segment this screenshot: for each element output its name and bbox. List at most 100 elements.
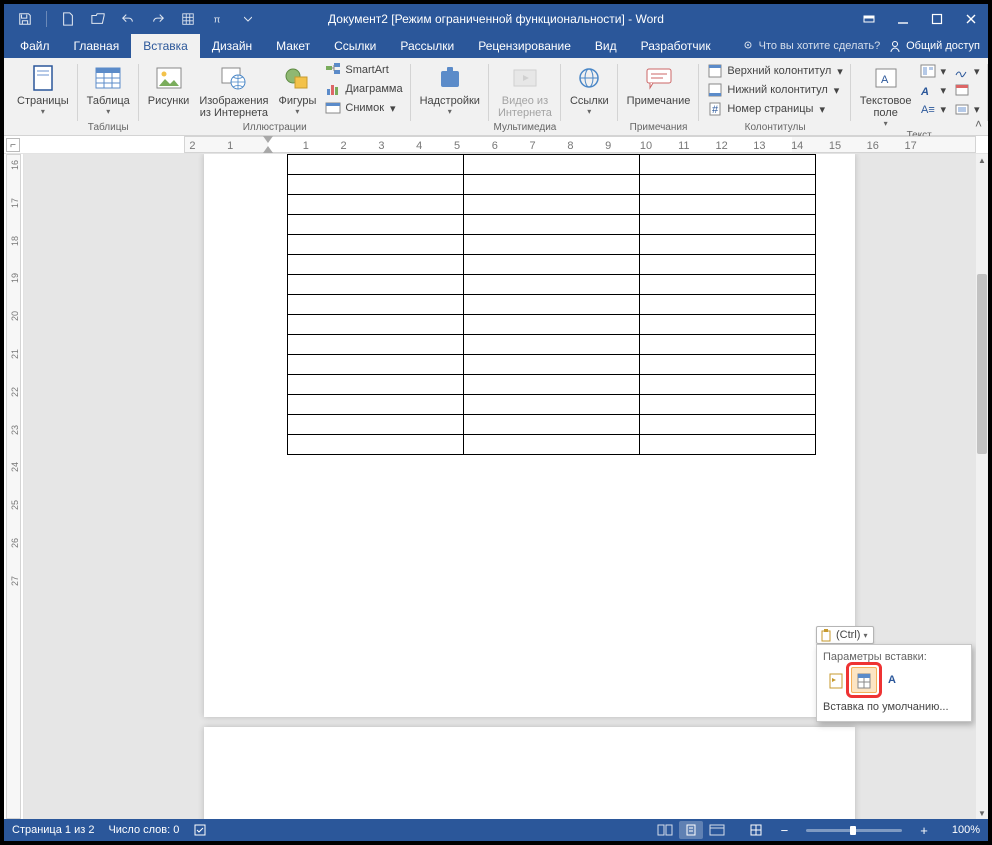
- smartart-icon: [325, 62, 341, 78]
- new-button[interactable]: [55, 6, 81, 32]
- table-button[interactable]: Таблица▾: [82, 60, 135, 118]
- close-button[interactable]: [954, 4, 988, 34]
- paste-keep-source-button[interactable]: [823, 667, 849, 693]
- datetime-button[interactable]: [950, 81, 984, 99]
- header-button[interactable]: Верхний колонтитул▾: [703, 62, 846, 80]
- page-2[interactable]: [204, 727, 855, 819]
- document-table[interactable]: [287, 154, 816, 455]
- ribbon-collapse-button[interactable]: ˄: [975, 117, 982, 131]
- svg-text:π: π: [214, 15, 221, 26]
- vertical-scrollbar[interactable]: ▲ ▼: [976, 154, 988, 819]
- undo-button[interactable]: [115, 6, 141, 32]
- svg-text:A: A: [920, 86, 929, 97]
- wordart-button[interactable]: A▾: [916, 81, 950, 99]
- zoom-slider-thumb[interactable]: [850, 826, 856, 835]
- textbox-icon: A: [870, 62, 902, 94]
- share-label: Общий доступ: [906, 40, 980, 52]
- links-button[interactable]: Ссылки▾: [565, 60, 614, 118]
- share-button[interactable]: Общий доступ: [888, 34, 980, 58]
- group-illustrations-label: Иллюстрации: [243, 122, 307, 135]
- tab-mailings[interactable]: Рассылки: [388, 34, 466, 58]
- paste-text-only-button[interactable]: A: [879, 667, 905, 693]
- signature-button[interactable]: ▾: [950, 62, 984, 80]
- quickparts-button[interactable]: ▾: [916, 62, 950, 80]
- maximize-button[interactable]: [920, 4, 954, 34]
- tab-file[interactable]: Файл: [8, 34, 62, 58]
- addins-icon: [434, 62, 466, 94]
- scroll-down-button[interactable]: ▼: [976, 807, 988, 819]
- object-icon: [954, 101, 970, 117]
- tab-layout[interactable]: Макет: [264, 34, 322, 58]
- tab-view[interactable]: Вид: [583, 34, 629, 58]
- tab-insert[interactable]: Вставка: [131, 34, 200, 58]
- tab-design[interactable]: Дизайн: [200, 34, 264, 58]
- paste-set-default-button[interactable]: Вставка по умолчанию...: [823, 699, 965, 715]
- svg-text:#: #: [712, 104, 719, 116]
- document-viewport[interactable]: (Ctrl)▾ Параметры вставки: A Вставка по …: [24, 154, 988, 819]
- page-1[interactable]: [204, 154, 855, 717]
- pages-button[interactable]: Страницы▾: [12, 60, 74, 118]
- addins-button[interactable]: Надстройки▾: [415, 60, 485, 118]
- screenshot-button[interactable]: Снимок▾: [321, 99, 406, 117]
- paste-merge-button[interactable]: [851, 667, 877, 693]
- horizontal-ruler[interactable]: ⌐ 211234567891011121314151617: [4, 136, 988, 154]
- tell-me-label: Что вы хотите сделать?: [759, 40, 881, 52]
- web-layout-button[interactable]: [705, 821, 729, 839]
- object-button[interactable]: ▾: [950, 100, 984, 118]
- save-button[interactable]: [12, 6, 38, 32]
- screenshot-icon: [325, 100, 341, 116]
- zoom-in-button[interactable]: +: [916, 824, 932, 837]
- open-button[interactable]: [85, 6, 111, 32]
- word-count[interactable]: Число слов: 0: [108, 824, 179, 836]
- zoom-fit-icon[interactable]: [749, 823, 763, 837]
- tab-selector[interactable]: ⌐: [6, 138, 20, 152]
- page-status[interactable]: Страница 1 из 2: [12, 824, 94, 836]
- svg-text:A: A: [881, 74, 889, 86]
- footer-button[interactable]: Нижний колонтитул▾: [703, 81, 846, 99]
- zoom-out-button[interactable]: −: [777, 824, 793, 837]
- paste-options-pill[interactable]: (Ctrl)▾: [816, 626, 874, 644]
- table-icon: [92, 62, 124, 94]
- pictures-button[interactable]: Рисунки: [143, 60, 195, 109]
- online-video-button: Видео из Интернета: [493, 60, 557, 121]
- workspace: 161718192021222324252627 (Ctrl)▾ Парамет…: [4, 154, 988, 819]
- minimize-button[interactable]: [886, 4, 920, 34]
- comment-button[interactable]: Примечание: [622, 60, 696, 109]
- tab-developer[interactable]: Разработчик: [629, 34, 723, 58]
- view-buttons: [653, 821, 729, 839]
- shapes-icon: [281, 62, 313, 94]
- print-layout-button[interactable]: [679, 821, 703, 839]
- clipboard-icon: [819, 628, 833, 642]
- online-pictures-button[interactable]: Изображения из Интернета: [194, 60, 273, 121]
- scroll-thumb[interactable]: [977, 274, 987, 454]
- zoom-level[interactable]: 100%: [952, 824, 980, 836]
- ribbon-options-button[interactable]: [852, 4, 886, 34]
- read-mode-button[interactable]: [653, 821, 677, 839]
- dropcap-button[interactable]: A≡▾: [916, 100, 950, 118]
- globe-image-icon: [218, 62, 250, 94]
- svg-text:A≡: A≡: [921, 104, 935, 116]
- zoom-slider[interactable]: [806, 829, 902, 832]
- shapes-button[interactable]: Фигуры▾: [273, 60, 321, 118]
- scroll-up-button[interactable]: ▲: [976, 154, 988, 166]
- paste-options-menu: Параметры вставки: A Вставка по умолчани…: [816, 644, 972, 722]
- datetime-icon: [954, 82, 970, 98]
- redo-button[interactable]: [145, 6, 171, 32]
- video-icon: [509, 62, 541, 94]
- qat-customize-button[interactable]: [235, 6, 261, 32]
- equation-button[interactable]: π: [205, 6, 231, 32]
- table-qat-button[interactable]: [175, 6, 201, 32]
- pages-icon: [27, 62, 59, 94]
- textbox-button[interactable]: A Текстовое поле▾: [855, 60, 917, 130]
- tab-review[interactable]: Рецензирование: [466, 34, 583, 58]
- tell-me-field[interactable]: Что вы хотите сделать?: [743, 34, 881, 58]
- wordart-icon: A: [920, 82, 936, 98]
- chart-icon: [325, 81, 341, 97]
- smartart-button[interactable]: SmartArt: [321, 61, 406, 79]
- pagenum-button[interactable]: #Номер страницы▾: [703, 100, 846, 118]
- proofing-icon[interactable]: [193, 823, 207, 837]
- vertical-ruler[interactable]: 161718192021222324252627: [4, 154, 24, 819]
- chart-button[interactable]: Диаграмма: [321, 80, 406, 98]
- tab-home[interactable]: Главная: [62, 34, 132, 58]
- tab-references[interactable]: Ссылки: [322, 34, 388, 58]
